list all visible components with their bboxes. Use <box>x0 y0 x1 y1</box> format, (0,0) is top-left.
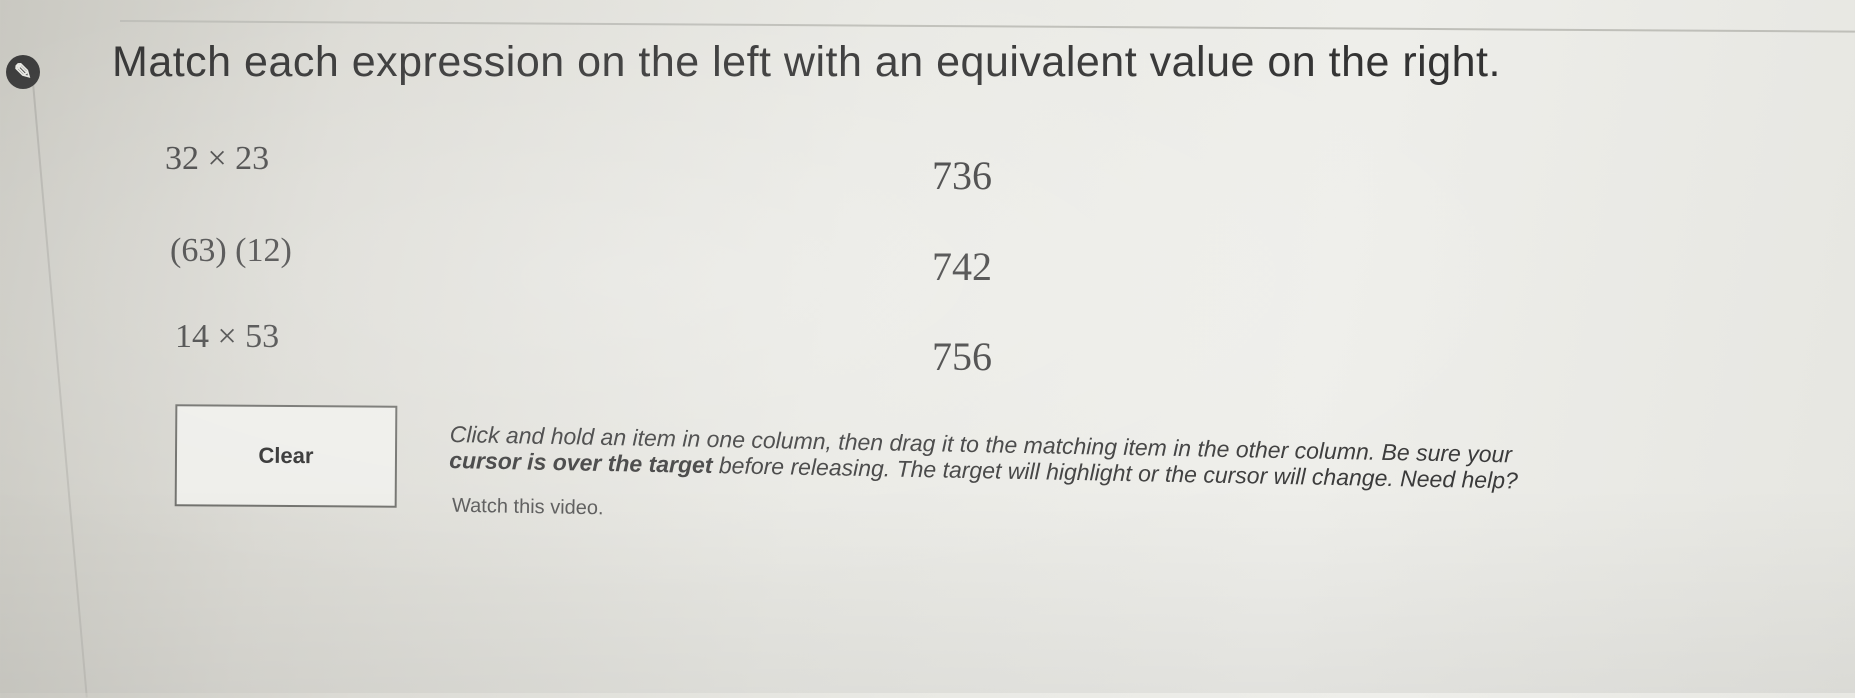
right-item-2[interactable]: 742 <box>932 243 992 290</box>
pencil-icon: ✎ <box>6 55 40 89</box>
instructions-emphasis: cursor is over the target <box>449 446 713 479</box>
panel-left-edge <box>30 59 88 698</box>
left-item-3[interactable]: 14 × 53 <box>175 318 279 356</box>
clear-button[interactable]: Clear <box>174 404 398 508</box>
top-divider <box>119 20 1855 33</box>
right-item-1[interactable]: 736 <box>932 152 992 199</box>
instructions-text: Click and hold an item in one column, th… <box>449 421 1850 500</box>
question-prompt: Match each expression on the left with a… <box>112 38 1501 86</box>
watch-video-link[interactable]: Watch this video. <box>452 495 604 521</box>
left-item-2[interactable]: (63) (12) <box>170 232 292 270</box>
right-item-3[interactable]: 756 <box>932 333 992 380</box>
left-item-1[interactable]: 32 × 23 <box>165 140 269 178</box>
